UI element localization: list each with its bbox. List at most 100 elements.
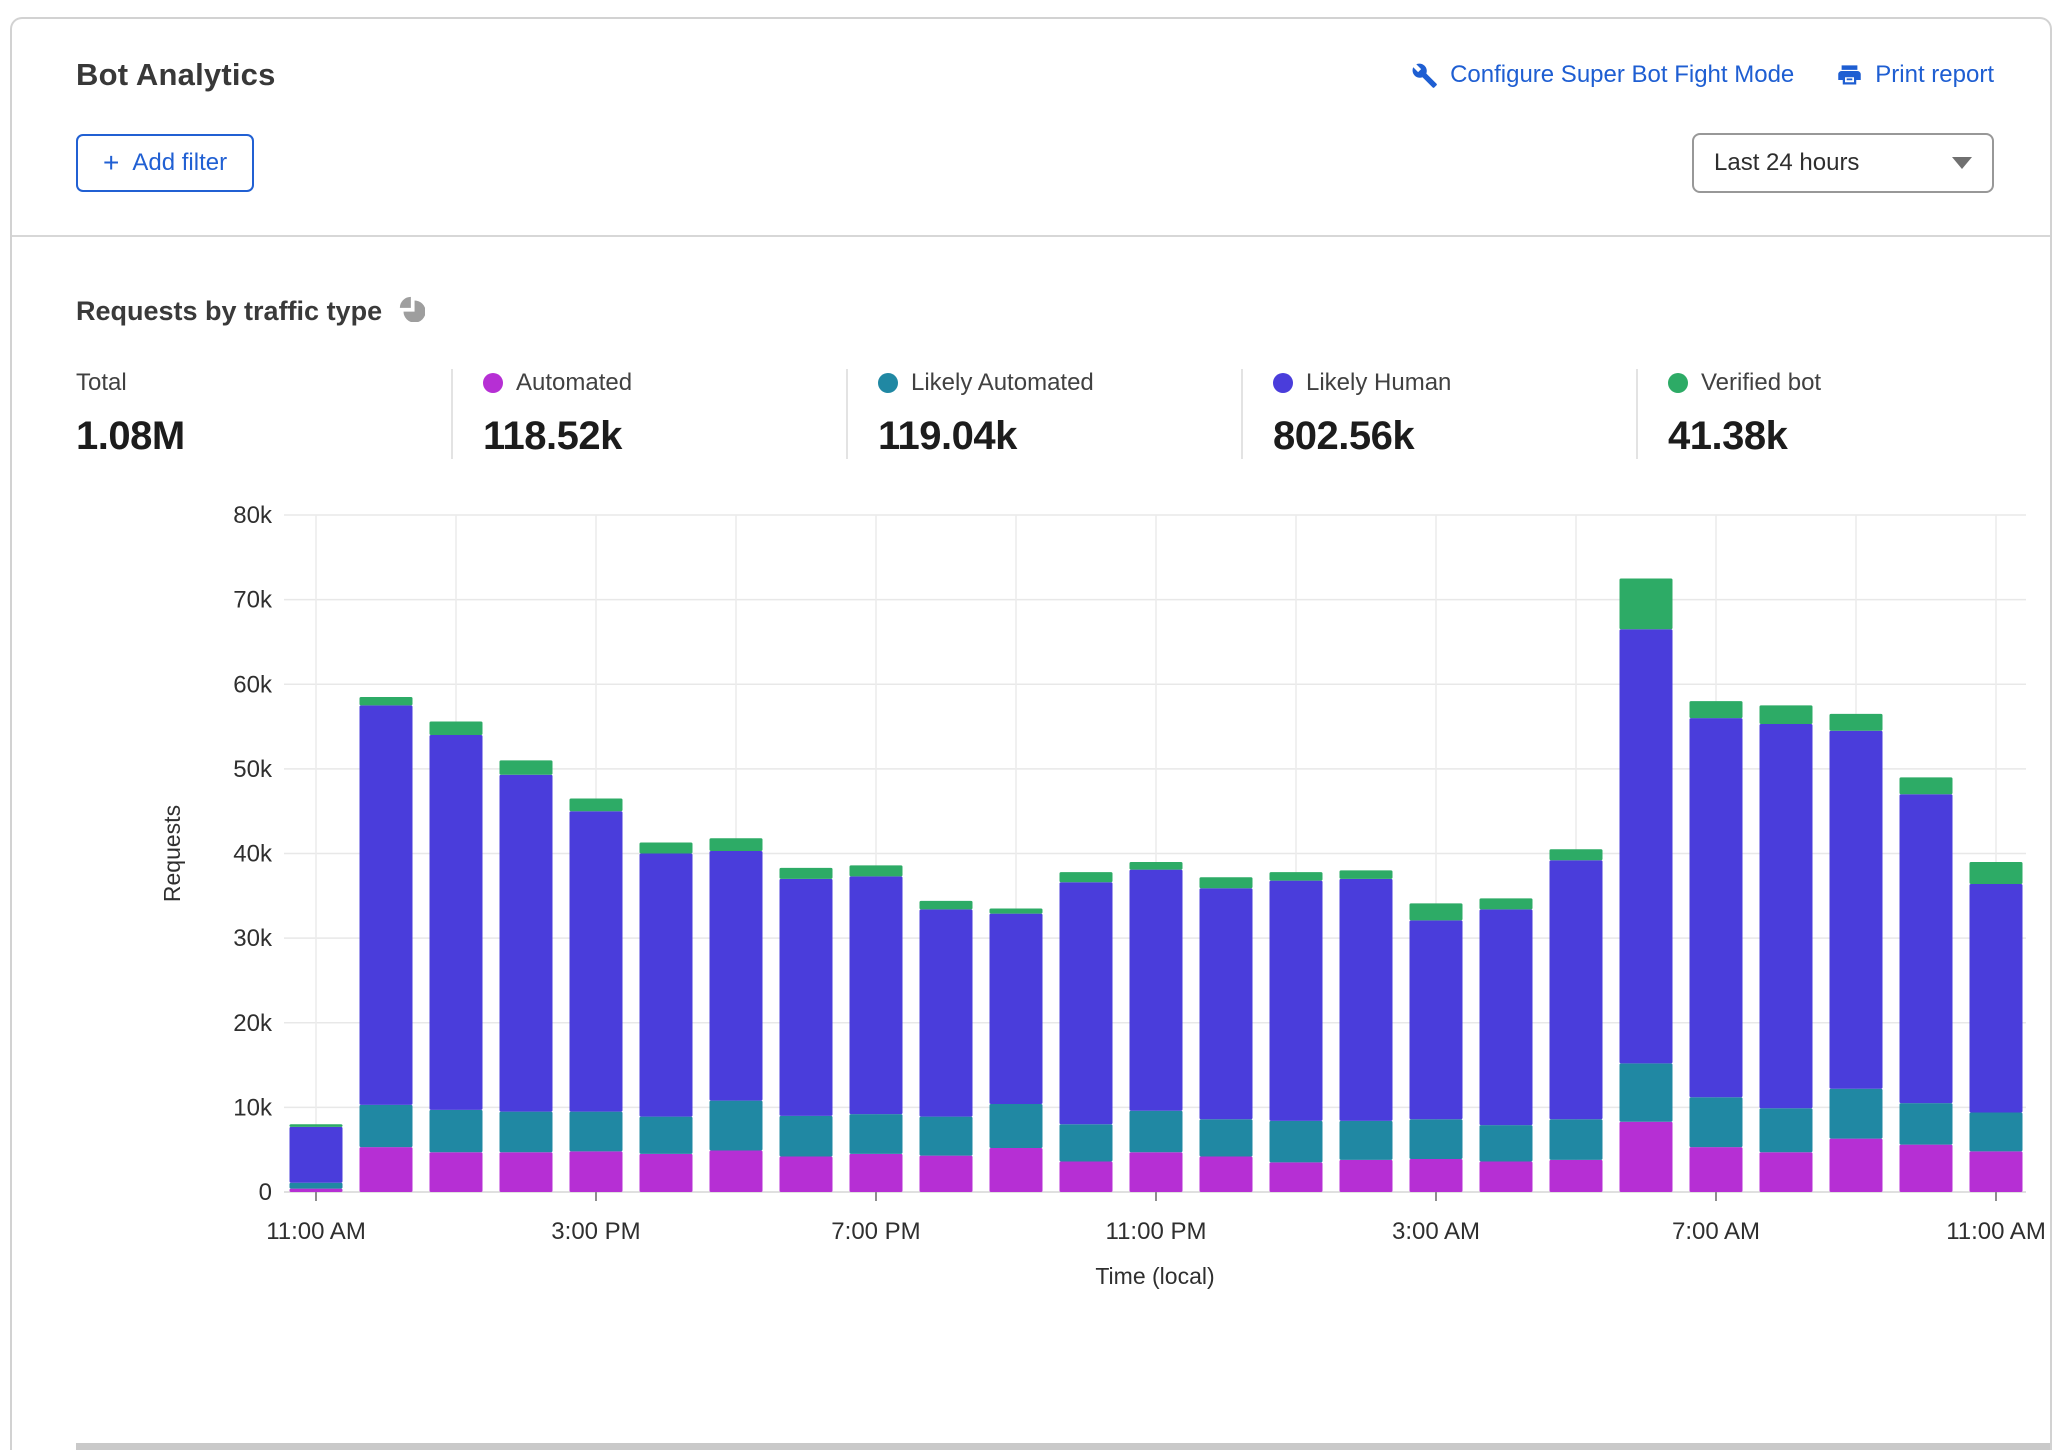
bar-segment-likely-automated[interactable] [920,1117,973,1156]
bar-segment-automated[interactable] [1060,1162,1113,1192]
bar-segment-likely-automated[interactable] [570,1112,623,1152]
bar-segment-automated[interactable] [290,1189,343,1192]
bar-segment-likely-human[interactable] [1200,888,1253,1119]
bar-segment-automated[interactable] [1410,1159,1463,1192]
bar-segment-likely-human[interactable] [360,705,413,1104]
bar-segment-likely-human[interactable] [920,909,973,1116]
bar-segment-automated[interactable] [570,1151,623,1192]
bar-segment-likely-automated[interactable] [1690,1097,1743,1147]
bar-segment-verified-bot[interactable] [1480,898,1533,909]
bar-segment-likely-human[interactable] [1480,909,1533,1125]
bar-segment-likely-automated[interactable] [1270,1121,1323,1162]
bar-segment-likely-human[interactable] [290,1127,343,1183]
bar-segment-automated[interactable] [640,1154,693,1192]
bar-segment-likely-automated[interactable] [710,1101,763,1151]
bar-segment-likely-automated[interactable] [360,1105,413,1147]
bar-segment-likely-automated[interactable] [780,1116,833,1157]
bar-segment-verified-bot[interactable] [1550,849,1603,860]
bar-segment-verified-bot[interactable] [1620,578,1673,629]
bar-segment-likely-human[interactable] [780,879,833,1116]
bar-segment-verified-bot[interactable] [1830,714,1883,731]
bar-segment-likely-automated[interactable] [990,1104,1043,1148]
time-range-select[interactable]: Last 24 hours [1692,133,1994,193]
bar-segment-likely-automated[interactable] [1620,1063,1673,1121]
bar-segment-automated[interactable] [990,1148,1043,1192]
bar-segment-likely-automated[interactable] [1060,1124,1113,1161]
bar-segment-automated[interactable] [1270,1162,1323,1192]
bar-segment-automated[interactable] [710,1151,763,1192]
bar-segment-likely-human[interactable] [640,854,693,1117]
bar-segment-verified-bot[interactable] [1410,903,1463,920]
bar-segment-automated[interactable] [1340,1160,1393,1192]
bar-segment-automated[interactable] [360,1147,413,1192]
bar-segment-automated[interactable] [1830,1139,1883,1192]
bar-segment-verified-bot[interactable] [710,838,763,851]
bar-segment-verified-bot[interactable] [1060,872,1113,882]
bar-segment-verified-bot[interactable] [430,721,483,735]
bar-segment-likely-automated[interactable] [850,1114,903,1154]
bar-segment-automated[interactable] [1550,1160,1603,1192]
bar-segment-likely-human[interactable] [990,914,1043,1104]
bar-segment-verified-bot[interactable] [640,842,693,853]
bar-segment-likely-human[interactable] [1270,881,1323,1121]
bar-segment-likely-automated[interactable] [1480,1125,1533,1161]
bar-segment-likely-automated[interactable] [1200,1119,1253,1156]
bar-segment-likely-automated[interactable] [1550,1119,1603,1160]
bar-segment-verified-bot[interactable] [570,798,623,811]
bar-segment-likely-human[interactable] [1690,718,1743,1097]
bar-segment-likely-human[interactable] [1620,629,1673,1063]
bar-segment-automated[interactable] [1760,1152,1813,1192]
bar-segment-likely-automated[interactable] [640,1117,693,1154]
configure-super-bot-fight-mode-link[interactable]: Configure Super Bot Fight Mode [1411,61,1794,89]
bar-segment-verified-bot[interactable] [290,1124,343,1127]
bar-segment-automated[interactable] [500,1152,553,1192]
bar-segment-verified-bot[interactable] [1130,862,1183,870]
bar-segment-automated[interactable] [430,1152,483,1192]
bar-segment-likely-human[interactable] [1340,879,1393,1121]
bar-segment-likely-human[interactable] [1760,724,1813,1108]
bar-segment-likely-automated[interactable] [290,1183,343,1189]
bar-segment-verified-bot[interactable] [1270,872,1323,880]
bar-segment-likely-automated[interactable] [1410,1119,1463,1159]
bar-segment-likely-human[interactable] [1970,884,2023,1112]
bar-segment-verified-bot[interactable] [1760,705,1813,724]
bar-segment-automated[interactable] [1130,1152,1183,1192]
add-filter-button[interactable]: + Add filter [76,134,254,192]
bar-segment-likely-automated[interactable] [1760,1108,1813,1152]
bar-segment-verified-bot[interactable] [360,697,413,705]
bar-segment-verified-bot[interactable] [500,760,553,774]
bar-segment-automated[interactable] [920,1156,973,1192]
bar-segment-automated[interactable] [780,1156,833,1192]
bar-segment-likely-human[interactable] [850,876,903,1114]
bar-segment-automated[interactable] [1620,1122,1673,1192]
bar-segment-verified-bot[interactable] [1340,870,1393,878]
bar-segment-automated[interactable] [1480,1162,1533,1192]
bar-segment-automated[interactable] [1200,1156,1253,1192]
bar-segment-likely-human[interactable] [1410,920,1463,1119]
print-report-link[interactable]: Print report [1836,61,1994,89]
bar-segment-likely-automated[interactable] [1130,1111,1183,1152]
bar-segment-verified-bot[interactable] [850,865,903,876]
bar-segment-automated[interactable] [1690,1147,1743,1192]
bar-segment-automated[interactable] [850,1154,903,1192]
bar-segment-verified-bot[interactable] [1970,862,2023,884]
bar-segment-likely-automated[interactable] [1900,1103,1953,1144]
bar-segment-likely-human[interactable] [1830,731,1883,1089]
bar-segment-likely-human[interactable] [1130,870,1183,1111]
bar-segment-likely-automated[interactable] [1970,1112,2023,1151]
bar-segment-verified-bot[interactable] [990,909,1043,914]
bar-segment-verified-bot[interactable] [1900,777,1953,794]
bar-segment-likely-automated[interactable] [1340,1121,1393,1160]
bar-segment-verified-bot[interactable] [1200,877,1253,888]
bar-segment-likely-automated[interactable] [430,1110,483,1152]
bar-segment-automated[interactable] [1900,1145,1953,1192]
bar-segment-likely-human[interactable] [1060,882,1113,1124]
bar-segment-likely-human[interactable] [570,811,623,1111]
bar-segment-likely-human[interactable] [430,735,483,1110]
bar-segment-likely-human[interactable] [1900,794,1953,1103]
bar-segment-likely-human[interactable] [500,775,553,1112]
bar-segment-verified-bot[interactable] [1690,701,1743,718]
bar-segment-likely-automated[interactable] [500,1112,553,1153]
bar-segment-likely-automated[interactable] [1830,1089,1883,1139]
bar-segment-likely-human[interactable] [1550,860,1603,1119]
